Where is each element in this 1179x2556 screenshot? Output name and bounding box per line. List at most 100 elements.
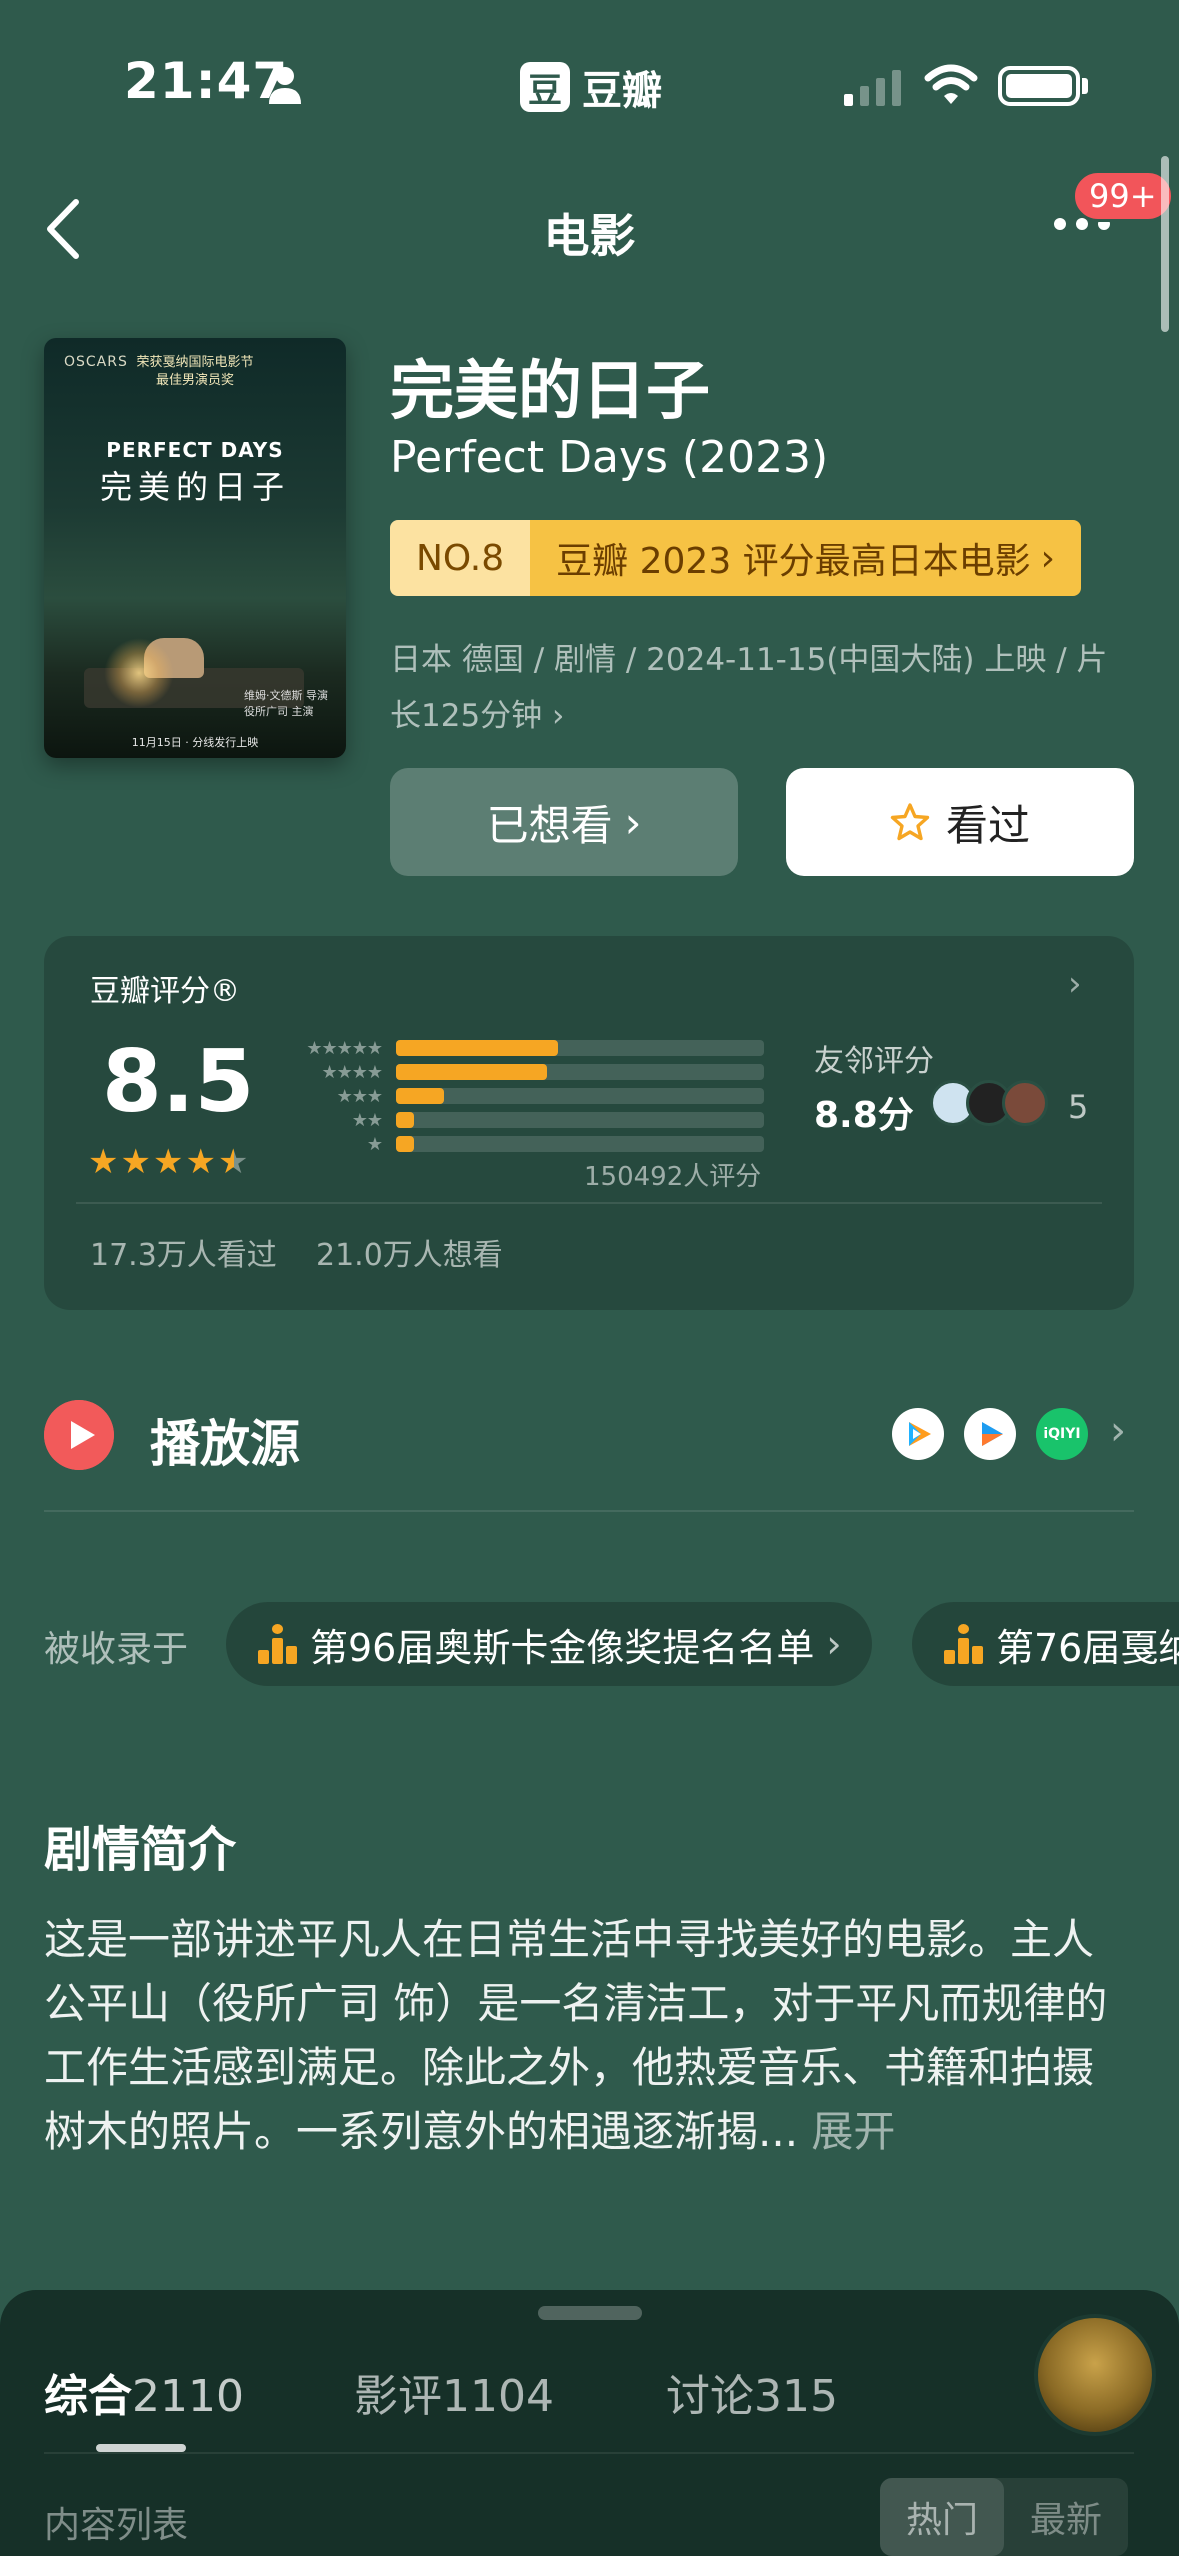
collection-chip[interactable]: 第76届戛纳 [912,1602,1179,1686]
rating-bar [396,1064,547,1080]
sheet-drag-handle[interactable] [538,2306,642,2320]
rating-distribution-row: ★★ [280,1108,764,1132]
tab-label: 综合 [44,2371,132,2422]
rating-bar-track [396,1064,764,1080]
sort-hot-option[interactable]: 热门 [880,2478,1005,2556]
battery-tip [1082,78,1088,94]
chevron-right-icon[interactable]: › [1068,964,1082,1004]
star-filled-icon: ★ [152,1142,186,1182]
chevron-right-icon: › [552,698,565,734]
poster-credits: 维姆·文德斯 导演 役所广司 主演 [244,688,328,720]
movie-poster[interactable]: OSCARS 荣获戛纳国际电影节 最佳男演员奖 PERFECT DAYS 完美的… [44,338,346,758]
sort-new-option[interactable]: 最新 [1004,2478,1128,2556]
tab-discussions[interactable]: 讨论315 [666,2360,838,2424]
friends-rating-score: 8.8分 [814,1095,914,1136]
movie-meta[interactable]: 日本 德国 / 剧情 / 2024-11-15(中国大陆) 上映 / 片长125… [390,632,1130,744]
watched-count: 17.3万人看过 [90,1238,277,1273]
star-filled-icon: ★ [120,1142,153,1182]
tab-count: 2110 [132,2371,244,2422]
seen-button[interactable]: 看过 [786,768,1134,876]
rating-card[interactable]: 豆瓣评分® › 8.5 ★★★★★ ★★★★★ ★★★★ ★★★ ★★ ★ 150492… [44,936,1134,1310]
play-icon[interactable] [44,1400,114,1470]
collection-chip-label: 第96届奥斯卡金像奖提名名单 [310,1625,815,1670]
want-to-watch-button[interactable]: 已想看 › [390,768,738,876]
chevron-right-icon: › [826,1622,842,1666]
rating-bar [396,1040,558,1056]
poster-release-date: 11月15日 · 分线发行上映 [131,736,259,749]
tab-count: 315 [754,2371,838,2422]
poster-title-en: PERFECT DAYS [106,438,284,462]
rating-bar [396,1088,444,1104]
status-app: 豆 豆瓣 [520,58,662,116]
cellular-signal-icon [844,70,901,106]
douban-logo-icon: 豆 [520,62,570,112]
friends-avatars[interactable] [930,1080,1048,1126]
expand-link[interactable]: 展开 [811,2107,895,2156]
rating-count: 150492人评分 [584,1162,762,1192]
seen-label: 看过 [945,800,1030,850]
rating-distribution-row: ★★★★ [280,1060,764,1084]
divider [44,1510,1134,1512]
star-level-icon: ★★★★ [321,1061,383,1083]
poster-credit-line2: 役所广司 主演 [244,705,314,718]
chevron-right-icon: › [624,797,642,847]
scrollbar[interactable] [1161,156,1169,332]
tab-label: 讨论 [666,2371,754,2422]
play-source-label[interactable]: 播放源 [150,1404,300,1476]
page-title: 电影 [543,209,636,263]
tab-overview[interactable]: 综合2110 [44,2360,244,2424]
collection-chip-label: 第76届戛纳 [996,1625,1179,1670]
star-outline-icon [890,803,930,841]
ranking-text-label: 豆瓣 2023 评分最高日本电影 [556,541,1031,582]
star-filled-icon: ★ [88,1142,121,1182]
star-level-icon: ★★★★★ [306,1037,383,1059]
chevron-right-icon[interactable]: › [1110,1408,1126,1454]
synopsis-body: 这是一部讲述平凡人在日常生活中寻找美好的电影。主人公平山（役所广司 饰）是一名清… [44,1915,1108,2156]
wished-count: 21.0万人想看 [316,1238,503,1273]
iqiyi-icon[interactable]: iQIYI [1036,1408,1088,1460]
rating-bar-track [396,1136,764,1152]
trophy-icon [944,1624,984,1664]
rating-score: 8.5 [102,1032,255,1132]
play-source-icons[interactable]: iQIYI [892,1408,1088,1460]
poster-scene-lamp [104,638,174,708]
star-level-icon: ★ [366,1133,383,1155]
want-to-watch-label: 已想看 [486,800,613,850]
tencent-video-icon[interactable] [892,1408,944,1460]
collections-label: 被收录于 [44,1629,189,1670]
rating-bar [396,1136,415,1152]
friends-rating-label: 友邻评分 [814,1044,934,1079]
star-level-icon: ★★★ [336,1085,383,1107]
poster-credit-line1: 维姆·文德斯 导演 [244,689,328,702]
tab-count: 1104 [442,2371,554,2422]
battery-icon [998,66,1080,106]
friends-count: 5 [1068,1088,1089,1126]
status-time: 21:47 [124,52,289,110]
rating-bar-track [396,1112,764,1128]
movie-meta-text: 日本 德国 / 剧情 / 2024-11-15(中国大陆) 上映 / 片长125… [390,642,1108,734]
divider [44,2452,1134,2454]
movie-title: 完美的日子 [390,355,710,429]
notification-badge[interactable]: 99+ [1072,170,1174,222]
synopsis-title: 剧情简介 [44,1822,237,1878]
collection-chip[interactable]: 第96届奥斯卡金像奖提名名单 › [226,1602,872,1686]
tab-reviews[interactable]: 影评1104 [354,2360,554,2424]
active-tab-indicator [96,2444,186,2452]
avatar [1002,1080,1048,1126]
ranking-text: 豆瓣 2023 评分最高日本电影 › [530,520,1082,596]
rating-distribution-row: ★★★ [280,1084,764,1108]
sort-toggle[interactable]: 热门 最新 [880,2478,1129,2556]
ranking-banner[interactable]: NO.8 豆瓣 2023 评分最高日本电影 › [390,520,1082,596]
tab-label: 影评 [354,2371,442,2422]
floating-assistant-avatar[interactable] [1034,2314,1156,2436]
rating-bar [396,1112,415,1128]
rating-bar-track [396,1040,764,1056]
wifi-icon [924,64,978,104]
divider [76,1202,1102,1204]
youku-icon[interactable] [964,1408,1016,1460]
poster-award-text: 荣获戛纳国际电影节 最佳男演员奖 [44,354,346,390]
movie-subtitle: Perfect Days (2023) [390,432,829,483]
poster-award-line1: 荣获戛纳国际电影节 [136,355,254,370]
synopsis-text: 这是一部讲述平凡人在日常生活中寻找美好的电影。主人公平山（役所广司 饰）是一名清… [44,1908,1134,2164]
content-list-label: 内容列表 [44,2505,189,2546]
